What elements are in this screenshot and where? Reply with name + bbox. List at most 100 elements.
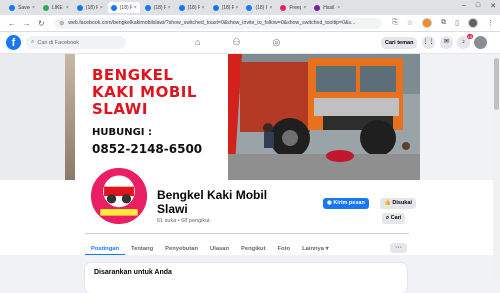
notifications-bell-icon[interactable]: ♪ 18 xyxy=(457,34,473,49)
browser-tab-strip: Saved×LIKE K×(18) Fa×(18) Fa×(18) Fa×(18… xyxy=(0,0,500,15)
share-icon[interactable]: ⎘ xyxy=(392,19,398,27)
tab-close-icon[interactable]: × xyxy=(202,5,205,11)
tab-label: (18) Fa xyxy=(221,4,234,11)
cover-title-line-3: SLAWI xyxy=(92,100,148,118)
suggestions-card: Disarankan untuk Anda xyxy=(85,263,407,293)
address-bar[interactable]: ⊜ web.facebook.com/bengkelkakimobilslawi… xyxy=(54,17,383,29)
tab-close-icon[interactable]: × xyxy=(32,5,35,11)
browser-tab[interactable]: (18) Fa× xyxy=(142,2,174,13)
page-tabs: Postingan Tentang Penyebutan Ulasan Pengikut… xyxy=(85,243,415,255)
browser-tab[interactable]: (18) Fa× xyxy=(210,2,242,13)
tab-close-icon[interactable]: × xyxy=(269,5,272,11)
tab-favicon-icon xyxy=(9,4,15,11)
messenger-icon[interactable]: ✉ xyxy=(440,36,453,49)
browser-tab[interactable]: (18) Fa× xyxy=(107,2,140,13)
cover-right-margin xyxy=(420,54,500,180)
tab-label: Freepik xyxy=(289,4,302,11)
tab-favicon-icon xyxy=(246,4,253,11)
tab-label: Saved xyxy=(18,4,30,11)
extensions-puzzle-icon[interactable]: ⧉ xyxy=(441,19,446,27)
liked-button[interactable]: 👍 Disukai xyxy=(380,198,416,209)
browser-tab[interactable]: (18) Fa× xyxy=(74,2,106,13)
page-tab[interactable]: Foto xyxy=(272,243,297,255)
tab-close-icon[interactable]: × xyxy=(236,5,239,11)
page-tab[interactable]: Ulasan xyxy=(204,243,235,255)
page-tab[interactable]: Lainnya ▾ xyxy=(296,243,334,255)
cover-area: BENGKEL KAKI MOBIL SLAWI HUBUNGI : 0852-… xyxy=(0,54,500,180)
site-info-icon[interactable]: ⊜ xyxy=(59,20,64,27)
window-controls: – □ ✕ xyxy=(462,2,496,10)
back-icon[interactable]: ← xyxy=(6,19,18,28)
sidebar-icon[interactable]: ▯ xyxy=(455,19,459,27)
tab-close-icon[interactable]: × xyxy=(168,5,171,11)
tab-label: (18) Fa xyxy=(119,4,132,11)
browser-tab[interactable]: Saved× xyxy=(6,2,38,13)
extension-icon[interactable] xyxy=(422,18,433,28)
browser-tab[interactable]: LIKE K× xyxy=(40,2,72,13)
main-nav: ⌂ ⚇ ◎ xyxy=(195,37,280,48)
tab-close-icon[interactable]: × xyxy=(134,5,137,11)
facebook-search-input[interactable]: ⌕ Cari di Facebook xyxy=(26,36,126,49)
tab-favicon-icon xyxy=(212,4,219,11)
friends-icon[interactable]: ⚇ xyxy=(232,37,240,48)
maximize-icon[interactable]: □ xyxy=(476,2,480,10)
cover-title-line-1: BENGKEL xyxy=(92,66,174,84)
browser-toolbar: ← → ↻ ⊜ web.facebook.com/bengkelkakimobi… xyxy=(0,15,500,32)
truck-repair-photo xyxy=(228,54,420,180)
tab-label: Hasil xyxy=(323,4,335,11)
page-tab-label: Pengikut xyxy=(241,246,266,252)
close-window-icon[interactable]: ✕ xyxy=(490,2,496,10)
browser-tab[interactable]: (18) Fa× xyxy=(176,2,208,13)
scrollbar-thumb[interactable] xyxy=(494,58,499,110)
send-message-button[interactable]: ◉ Kirim pesan xyxy=(323,198,369,209)
cover-photo[interactable]: BENGKEL KAKI MOBIL SLAWI HUBUNGI : 0852-… xyxy=(75,54,420,180)
page-tab[interactable]: Tentang xyxy=(125,243,159,255)
groups-icon[interactable]: ◎ xyxy=(273,37,281,48)
tab-favicon-icon xyxy=(42,4,49,11)
search-page-label: Cari xyxy=(390,215,402,221)
account-avatar[interactable] xyxy=(474,36,487,49)
search-icon: ⌕ xyxy=(31,39,35,45)
tab-close-icon[interactable]: × xyxy=(303,5,306,11)
tab-label: (18) Fa xyxy=(187,4,200,11)
page-profile-picture[interactable] xyxy=(89,166,149,226)
tab-label: (18) Fa xyxy=(85,4,98,11)
find-friends-button[interactable]: Cari teman xyxy=(381,37,418,49)
home-icon[interactable]: ⌂ xyxy=(195,37,200,48)
facebook-logo-icon[interactable]: f xyxy=(6,35,21,50)
page-scrollbar[interactable] xyxy=(493,54,500,281)
browser-tab[interactable]: Freepik× xyxy=(277,2,309,13)
tab-label: (18) Fa xyxy=(153,4,166,11)
cover-edge-strip xyxy=(65,54,75,180)
browser-tab[interactable]: (18) Fa× xyxy=(243,2,275,13)
browser-profile-avatar[interactable] xyxy=(468,18,478,28)
forward-icon[interactable]: → xyxy=(21,19,33,28)
reload-icon[interactable]: ↻ xyxy=(36,19,48,28)
cover-title-line-2: KAKI MOBIL xyxy=(92,83,197,101)
send-message-label: Kirim pesan xyxy=(333,200,365,206)
tab-favicon-icon xyxy=(314,4,321,11)
more-options-button[interactable]: ··· xyxy=(390,243,407,253)
tab-close-icon[interactable]: × xyxy=(66,5,69,11)
cover-text-block: BENGKEL KAKI MOBIL SLAWI HUBUNGI : 0852-… xyxy=(92,66,202,157)
toolbar-icons: ⎘ ☆ ⧉ ▯ ⋮ xyxy=(392,18,494,28)
bookmark-star-icon[interactable]: ☆ xyxy=(407,19,413,27)
minimize-icon[interactable]: – xyxy=(462,2,466,10)
page-stats[interactable]: 61 suka • 68 pengikut xyxy=(157,218,210,224)
tab-list: Saved×LIKE K×(18) Fa×(18) Fa×(18) Fa×(18… xyxy=(6,2,345,13)
browser-tab[interactable]: Hasil × xyxy=(311,2,343,13)
profile-logo-art xyxy=(91,168,147,224)
tab-close-icon[interactable]: × xyxy=(100,5,103,11)
search-page-button[interactable]: ⌕ Cari xyxy=(382,213,406,224)
tab-close-icon[interactable]: × xyxy=(337,5,340,11)
page-tab-label: Ulasan xyxy=(210,246,230,252)
browser-menu-icon[interactable]: ⋮ xyxy=(487,19,494,27)
tab-favicon-icon xyxy=(178,4,185,11)
page-tab[interactable]: Pengikut xyxy=(235,243,271,255)
tab-favicon-icon xyxy=(280,4,287,11)
notification-badge: 18 xyxy=(466,34,473,39)
menu-grid-icon[interactable]: ⋮⋮ xyxy=(422,36,435,49)
url-text: web.facebook.com/bengkelkakimobilslawi/?… xyxy=(68,20,356,26)
page-tab[interactable]: Postingan xyxy=(85,243,126,255)
page-tab[interactable]: Penyebutan xyxy=(159,243,204,255)
